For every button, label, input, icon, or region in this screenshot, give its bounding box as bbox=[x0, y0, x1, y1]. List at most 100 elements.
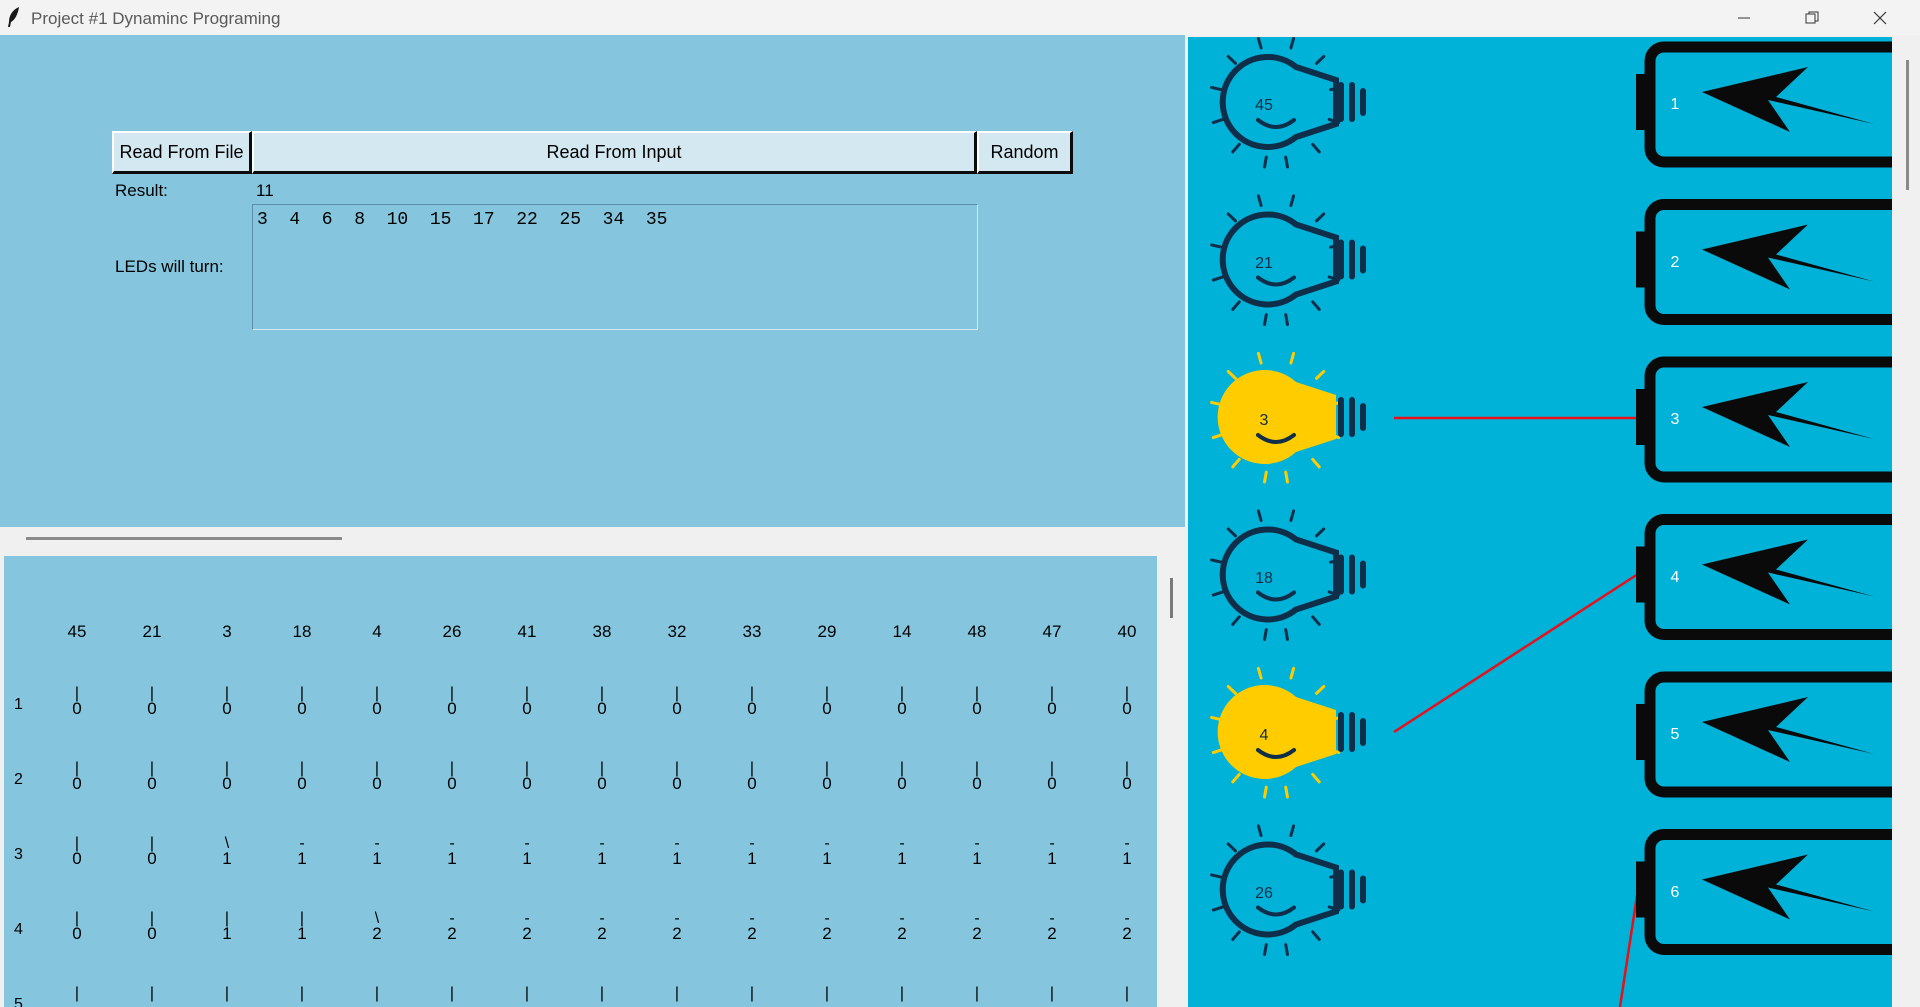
horizontal-scrollbar[interactable] bbox=[0, 527, 1185, 555]
column-header: 3 bbox=[222, 622, 232, 641]
cell-value: 0 bbox=[447, 774, 457, 793]
table-cell: -1 bbox=[897, 836, 907, 868]
bulb-number: 18 bbox=[1255, 569, 1273, 587]
column-header: 21 bbox=[142, 622, 162, 641]
cell-value: 2 bbox=[822, 924, 832, 943]
cell-value: 0 bbox=[972, 774, 982, 793]
table-cell: -1 bbox=[297, 836, 306, 868]
cell-value: 1 bbox=[897, 849, 907, 868]
title-bar: Project #1 Dynaminc Programing bbox=[0, 0, 1920, 35]
bulb-number: 4 bbox=[1259, 727, 1269, 744]
cell-value: 2 bbox=[747, 924, 757, 943]
table-cell: | 0 bbox=[597, 686, 606, 718]
cell-value: 0 bbox=[1122, 699, 1132, 718]
cell-value: 0 bbox=[897, 699, 907, 718]
bulb-number: 45 bbox=[1255, 97, 1273, 114]
table-cell: | 0 bbox=[222, 686, 231, 718]
column-header: 4 bbox=[372, 622, 382, 641]
restore-icon bbox=[1805, 11, 1819, 23]
cell-value: 2 bbox=[897, 924, 907, 943]
read-from-input-button[interactable]: Read From Input bbox=[252, 131, 977, 174]
pane-splitter-handle[interactable] bbox=[1170, 578, 1173, 618]
cell-value: 1 bbox=[297, 924, 307, 943]
leds-label: LEDs will turn: bbox=[115, 257, 224, 276]
table-cell: -2 bbox=[1047, 911, 1056, 943]
table-cell: | 0 bbox=[897, 686, 907, 718]
table-cell: -1 bbox=[522, 836, 531, 868]
table-cell: | bbox=[225, 986, 229, 1002]
restore-button[interactable] bbox=[1778, 0, 1846, 35]
battery-number: 1 bbox=[1670, 96, 1680, 113]
table-cell: | 0 bbox=[747, 686, 757, 718]
cell-value: 0 bbox=[822, 699, 832, 718]
cell-value: 1 bbox=[222, 849, 232, 868]
column-header: 18 bbox=[292, 622, 312, 641]
cell-value: 1 bbox=[1047, 849, 1057, 868]
column-header: 32 bbox=[667, 622, 687, 641]
table-cell: -2 bbox=[1122, 911, 1131, 943]
table-cell: -2 bbox=[747, 911, 757, 943]
random-button[interactable]: Random bbox=[977, 131, 1073, 174]
column-header: 47 bbox=[1042, 622, 1062, 641]
table-cell: \ 2 bbox=[372, 911, 381, 943]
table-cell: | 0 bbox=[72, 761, 81, 793]
table-cell: | 0 bbox=[147, 761, 156, 793]
cell-direction: | bbox=[1049, 985, 1055, 1002]
cell-value: 1 bbox=[972, 849, 982, 868]
cell-value: 2 bbox=[522, 924, 532, 943]
cell-direction: | bbox=[599, 985, 605, 1002]
bulb-off-icon bbox=[1210, 824, 1366, 956]
cell-value: 0 bbox=[522, 699, 532, 718]
bulb-off-icon bbox=[1210, 37, 1366, 169]
bulb-off-icon bbox=[1210, 509, 1366, 641]
cell-value: 0 bbox=[147, 924, 157, 943]
cell-value: 0 bbox=[747, 699, 757, 718]
cell-value: 0 bbox=[522, 774, 532, 793]
table-cell: -1 bbox=[1047, 836, 1057, 868]
horizontal-scroll-thumb[interactable] bbox=[26, 537, 342, 540]
battery-number: 2 bbox=[1670, 253, 1680, 271]
window-title: Project #1 Dynaminc Programing bbox=[31, 9, 281, 28]
cell-value: 1 bbox=[372, 849, 382, 868]
table-cell: | 0 bbox=[897, 761, 907, 793]
close-button[interactable] bbox=[1846, 0, 1914, 35]
column-header: 38 bbox=[592, 622, 612, 641]
bulb-number: 3 bbox=[1259, 412, 1269, 429]
cell-value: 0 bbox=[897, 774, 907, 793]
table-cell: | 0 bbox=[1047, 761, 1057, 793]
battery-number: 6 bbox=[1670, 883, 1680, 901]
cell-value: 0 bbox=[1047, 774, 1057, 793]
close-icon bbox=[1873, 11, 1887, 24]
table-cell: \ 1 bbox=[222, 836, 232, 868]
table-cell: | 1 bbox=[297, 911, 307, 943]
table-cell: -1 bbox=[372, 836, 382, 868]
cell-direction: | bbox=[974, 985, 980, 1002]
table-cell: -2 bbox=[522, 911, 532, 943]
battery-number: 3 bbox=[1670, 411, 1680, 428]
minimize-button[interactable] bbox=[1710, 0, 1778, 35]
column-header: 48 bbox=[967, 622, 987, 641]
cell-direction: | bbox=[674, 985, 680, 1002]
cell-direction: | bbox=[899, 985, 905, 1002]
table-cell: -1 bbox=[597, 836, 606, 868]
row-label: 2 bbox=[14, 771, 23, 788]
column-header: 41 bbox=[517, 622, 537, 641]
result-label: Result: bbox=[115, 181, 168, 200]
cell-direction: | bbox=[299, 985, 305, 1002]
bulb-on-icon bbox=[1210, 666, 1366, 799]
table-cell: | 0 bbox=[522, 686, 532, 718]
input-panel: Read From File Read From Input Random Re… bbox=[0, 35, 1185, 527]
cell-value: 2 bbox=[447, 924, 457, 943]
table-cell: | 0 bbox=[222, 761, 231, 793]
table-cell: | 0 bbox=[372, 686, 381, 718]
cell-value: 0 bbox=[1122, 774, 1132, 793]
table-cell: -1 bbox=[822, 836, 831, 868]
vertical-scroll-thumb[interactable] bbox=[1906, 60, 1909, 190]
table-cell: | bbox=[974, 985, 980, 1002]
table-cell: | bbox=[599, 985, 605, 1002]
battery-number: 4 bbox=[1670, 568, 1680, 586]
row-label: 1 bbox=[14, 696, 23, 713]
leds-output-textbox[interactable]: 3 4 6 8 10 15 17 22 25 34 35 bbox=[252, 204, 978, 330]
read-from-file-button[interactable]: Read From File bbox=[112, 131, 252, 174]
cell-value: 1 bbox=[672, 849, 682, 868]
